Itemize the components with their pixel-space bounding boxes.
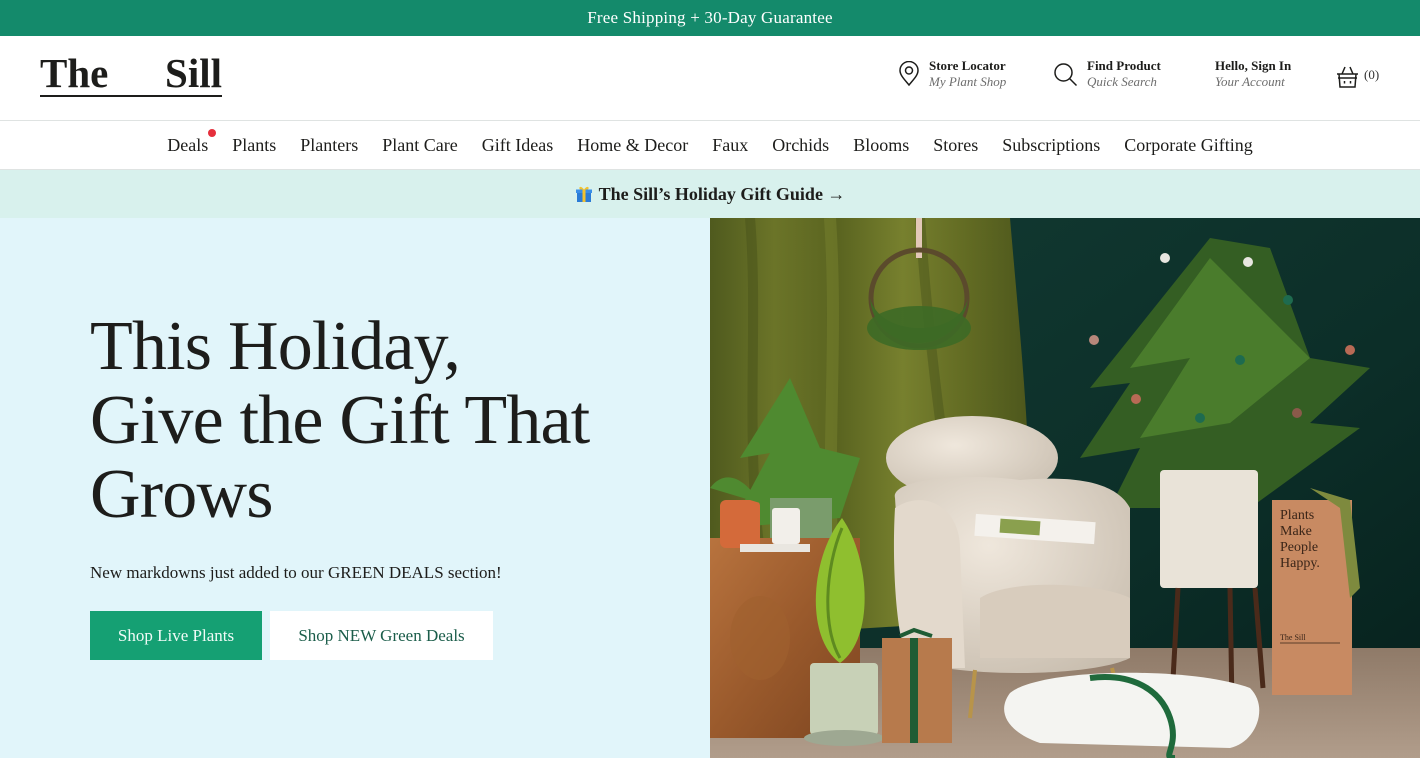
account-subtitle: Your Account <box>1215 74 1285 89</box>
find-product-search[interactable]: Find Product Quick Search <box>1053 58 1161 90</box>
gift-guide-link[interactable]: The Sill’s Holiday Gift Guide → <box>599 184 846 205</box>
nav-item-gift-ideas[interactable]: Gift Ideas <box>482 135 553 156</box>
white-candle <box>772 508 800 544</box>
box-text-line: Plants <box>1280 508 1314 523</box>
hero-title-line-1: This Holiday, <box>90 308 461 385</box>
box-brand: The Sill <box>1280 633 1306 642</box>
terracotta-pot <box>720 500 760 548</box>
promo-banner: Free Shipping + 30-Day Guarantee <box>0 0 1420 36</box>
account-title: Hello, Sign In <box>1215 58 1292 73</box>
nav-item-orchids[interactable]: Orchids <box>772 135 829 156</box>
nav-item-planters[interactable]: Planters <box>300 135 358 156</box>
gift-box-small <box>882 627 952 743</box>
promo-text: Free Shipping + 30-Day Guarantee <box>587 8 833 27</box>
page-fold <box>0 758 1420 780</box>
nav-label: Deals <box>167 134 209 155</box>
site-header: The Sill Store Locator My Plant Shop Fin… <box>0 36 1420 121</box>
box-text-line: Happy. <box>1280 556 1320 571</box>
store-locator-subtitle: My Plant Shop <box>929 74 1007 89</box>
cart-button[interactable]: (0) <box>1336 65 1379 89</box>
search-icon <box>1053 62 1078 87</box>
hero-title-line-2: Give the Gift That <box>90 382 590 459</box>
nav-item-plant-care[interactable]: Plant Care <box>382 135 457 156</box>
find-product-title: Find Product <box>1087 58 1161 73</box>
hero-image: Plants Make People Happy. The Sill <box>710 218 1420 758</box>
gift-guide-banner[interactable]: The Sill’s Holiday Gift Guide → <box>0 170 1420 218</box>
holiday-scene-illustration: Plants Make People Happy. The Sill <box>710 218 1420 758</box>
hero-subtitle: New markdowns just added to our GREEN DE… <box>90 563 502 582</box>
logo-sill: Sill <box>165 50 222 96</box>
basket-icon <box>1336 65 1359 89</box>
store-locator-title: Store Locator <box>929 58 1006 73</box>
deals-badge-dot <box>208 128 217 137</box>
gift-box-tall: Plants Make People Happy. The Sill <box>1272 488 1360 695</box>
hero-title-line-3: Grows <box>90 456 273 533</box>
box-text-line: Make <box>1280 524 1312 539</box>
nav-item-corporate-gifting[interactable]: Corporate Gifting <box>1124 135 1252 156</box>
gift-icon <box>575 185 593 203</box>
nav-item-faux[interactable]: Faux <box>712 135 748 156</box>
map-pin-icon <box>898 61 920 87</box>
hero-title: This Holiday, Give the Gift That Grows <box>90 310 690 532</box>
nav-item-deals[interactable]: Deals <box>167 128 217 156</box>
nav-item-blooms[interactable]: Blooms <box>853 135 909 156</box>
shop-green-deals-button[interactable]: Shop NEW Green Deals <box>270 611 493 660</box>
main-nav: Deals Plants Planters Plant Care Gift Id… <box>0 121 1420 170</box>
logo[interactable]: The Sill <box>40 53 222 97</box>
hero-content: This Holiday, Give the Gift That Grows N… <box>0 218 710 758</box>
find-product-subtitle: Quick Search <box>1087 74 1157 89</box>
logo-the: The <box>40 50 109 96</box>
nav-item-plants[interactable]: Plants <box>232 135 276 156</box>
store-locator-link[interactable]: Store Locator My Plant Shop <box>898 58 1006 90</box>
nav-item-stores[interactable]: Stores <box>933 135 978 156</box>
box-text-line: People <box>1280 540 1318 555</box>
cart-count: (0) <box>1364 67 1380 82</box>
nav-item-home-decor[interactable]: Home & Decor <box>577 135 688 156</box>
account-link[interactable]: Hello, Sign In Your Account <box>1215 58 1291 90</box>
shop-live-plants-button[interactable]: Shop Live Plants <box>90 611 262 660</box>
nav-item-subscriptions[interactable]: Subscriptions <box>1002 135 1100 156</box>
